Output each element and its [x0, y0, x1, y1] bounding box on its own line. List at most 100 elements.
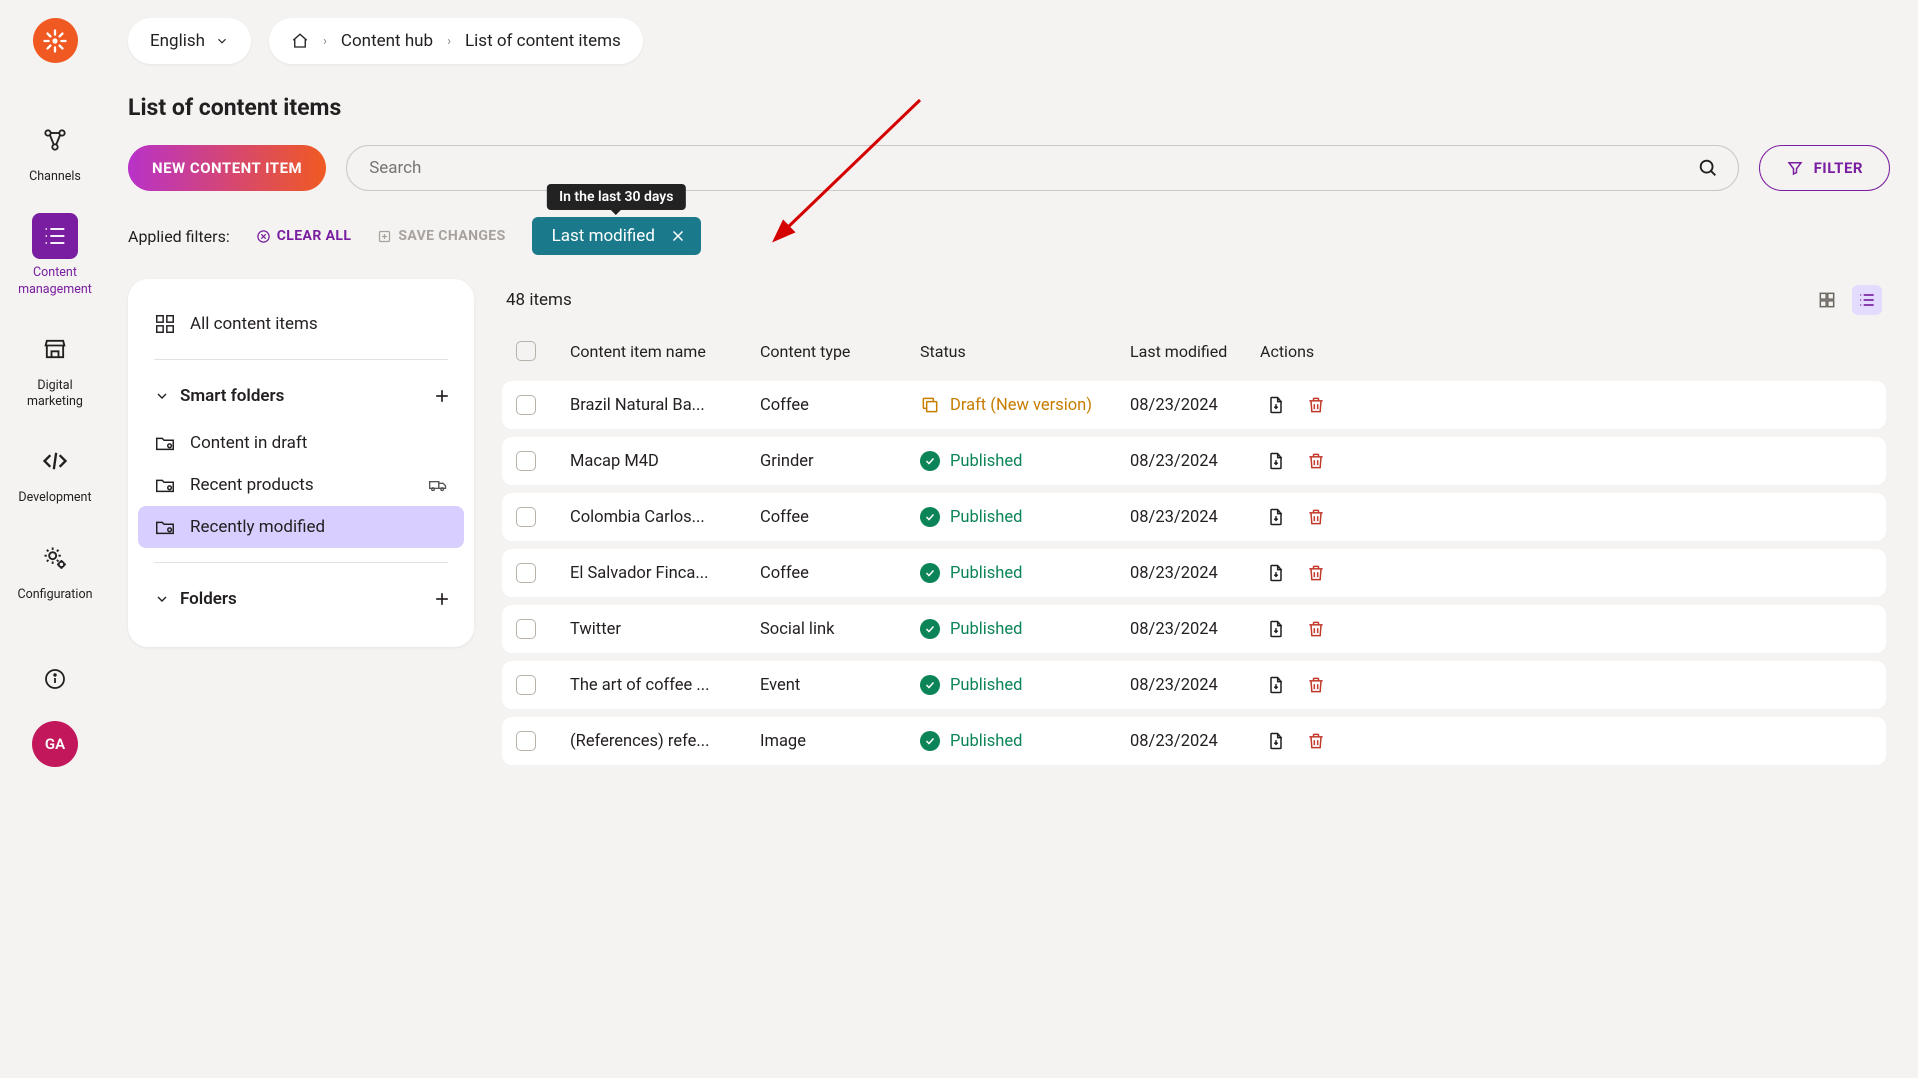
table-row[interactable]: Colombia Carlos...CoffeePublished08/23/2… — [502, 493, 1886, 541]
row-type: Coffee — [760, 564, 920, 583]
table-row[interactable]: The art of coffee ...EventPublished08/23… — [502, 661, 1886, 709]
smart-folder-label: Recent products — [190, 475, 314, 495]
filter-button[interactable]: FILTER — [1759, 145, 1890, 191]
row-date: 08/23/2024 — [1130, 396, 1260, 415]
col-modified[interactable]: Last modified — [1130, 342, 1260, 361]
open-button[interactable] — [1266, 619, 1286, 639]
row-checkbox[interactable] — [516, 619, 536, 639]
nav-channels[interactable]: Channels — [0, 107, 110, 195]
trash-icon — [1306, 507, 1326, 527]
row-status: Published — [920, 563, 1130, 583]
col-type[interactable]: Content type — [760, 342, 920, 361]
table-row[interactable]: (References) refe...ImagePublished08/23/… — [502, 717, 1886, 765]
row-actions — [1260, 507, 1380, 527]
nav-digital-marketing-label: Digital marketing — [27, 378, 83, 411]
row-type: Event — [760, 676, 920, 695]
open-button[interactable] — [1266, 507, 1286, 527]
open-button[interactable] — [1266, 731, 1286, 751]
open-button[interactable] — [1266, 451, 1286, 471]
add-smart-folder-button[interactable] — [428, 382, 456, 410]
nav-development[interactable]: Development — [0, 428, 110, 516]
item-count: 48 items — [506, 290, 572, 310]
table-row[interactable]: Brazil Natural Ba...CoffeeDraft (New ver… — [502, 381, 1886, 429]
row-checkbox[interactable] — [516, 507, 536, 527]
add-folder-button[interactable] — [428, 585, 456, 613]
open-button[interactable] — [1266, 675, 1286, 695]
delete-button[interactable] — [1306, 731, 1326, 751]
delete-button[interactable] — [1306, 619, 1326, 639]
check-circle-icon — [920, 731, 940, 751]
check-circle-icon — [920, 563, 940, 583]
truck-icon — [428, 475, 448, 495]
row-name: El Salvador Finca... — [570, 564, 760, 583]
delete-button[interactable] — [1306, 507, 1326, 527]
smart-folders-header[interactable]: Smart folders — [128, 370, 474, 422]
check-circle-icon — [920, 675, 940, 695]
breadcrumb-content-hub[interactable]: Content hub — [341, 31, 433, 51]
table-row[interactable]: TwitterSocial linkPublished08/23/2024 — [502, 605, 1886, 653]
smart-folder-label: Content in draft — [190, 433, 307, 453]
breadcrumb-home[interactable] — [291, 32, 309, 50]
trash-icon — [1306, 563, 1326, 583]
chevron-down-icon — [154, 591, 170, 607]
trash-icon — [1306, 675, 1326, 695]
list-view-button[interactable] — [1852, 285, 1882, 315]
row-checkbox[interactable] — [516, 731, 536, 751]
filter-chip-tooltip: In the last 30 days — [547, 184, 685, 210]
trash-icon — [1306, 395, 1326, 415]
delete-button[interactable] — [1306, 395, 1326, 415]
nav-digital-marketing[interactable]: Digital marketing — [0, 316, 110, 421]
smart-folder-recently-modified[interactable]: Recently modified — [138, 506, 464, 548]
user-avatar[interactable]: GA — [32, 721, 78, 767]
col-actions: Actions — [1260, 342, 1380, 361]
info-button[interactable] — [37, 661, 73, 697]
open-button[interactable] — [1266, 563, 1286, 583]
row-status: Published — [920, 507, 1130, 527]
col-status[interactable]: Status — [920, 342, 1130, 361]
col-name[interactable]: Content item name — [570, 342, 760, 361]
open-button[interactable] — [1266, 395, 1286, 415]
store-icon — [41, 335, 69, 363]
nav-development-label: Development — [18, 490, 91, 506]
search-icon[interactable] — [1697, 157, 1719, 179]
row-checkbox[interactable] — [516, 395, 536, 415]
grid-view-button[interactable] — [1812, 285, 1842, 315]
delete-button[interactable] — [1306, 675, 1326, 695]
all-content-items[interactable]: All content items — [128, 301, 474, 353]
close-icon — [669, 227, 687, 245]
row-status: Published — [920, 619, 1130, 639]
file-arrow-icon — [1266, 563, 1286, 583]
delete-button[interactable] — [1306, 451, 1326, 471]
folders-header[interactable]: Folders — [128, 573, 474, 625]
row-checkbox[interactable] — [516, 675, 536, 695]
new-content-item-button[interactable]: NEW CONTENT ITEM — [128, 145, 326, 191]
filter-chip-label: Last modified — [552, 226, 655, 246]
filter-chip-last-modified[interactable]: In the last 30 days Last modified — [532, 217, 701, 255]
plus-icon — [432, 386, 452, 406]
delete-button[interactable] — [1306, 563, 1326, 583]
select-all-checkbox[interactable] — [516, 341, 536, 361]
smart-folder-content-in-draft[interactable]: Content in draft — [128, 422, 474, 464]
row-checkbox[interactable] — [516, 563, 536, 583]
filter-icon — [1786, 159, 1804, 177]
file-arrow-icon — [1266, 619, 1286, 639]
check-circle-icon — [920, 451, 940, 471]
language-selector[interactable]: English — [128, 18, 251, 64]
chevron-right-icon: › — [447, 34, 451, 49]
clear-all-label: CLEAR ALL — [277, 228, 352, 244]
nav-configuration[interactable]: Configuration — [0, 525, 110, 613]
row-checkbox[interactable] — [516, 451, 536, 471]
folder-gear-icon — [154, 474, 176, 496]
nav-content-management[interactable]: Content management — [0, 203, 110, 308]
filter-chip-remove[interactable] — [669, 227, 687, 245]
app-logo[interactable] — [33, 18, 78, 63]
info-icon — [43, 667, 67, 691]
row-type: Coffee — [760, 508, 920, 527]
table-row[interactable]: Macap M4DGrinderPublished08/23/2024 — [502, 437, 1886, 485]
row-name: The art of coffee ... — [570, 676, 760, 695]
table-row[interactable]: El Salvador Finca...CoffeePublished08/23… — [502, 549, 1886, 597]
copy-icon — [920, 395, 940, 415]
smart-folder-recent-products[interactable]: Recent products — [128, 464, 474, 506]
clear-all-button[interactable]: CLEAR ALL — [256, 228, 352, 244]
row-name: Brazil Natural Ba... — [570, 396, 760, 415]
